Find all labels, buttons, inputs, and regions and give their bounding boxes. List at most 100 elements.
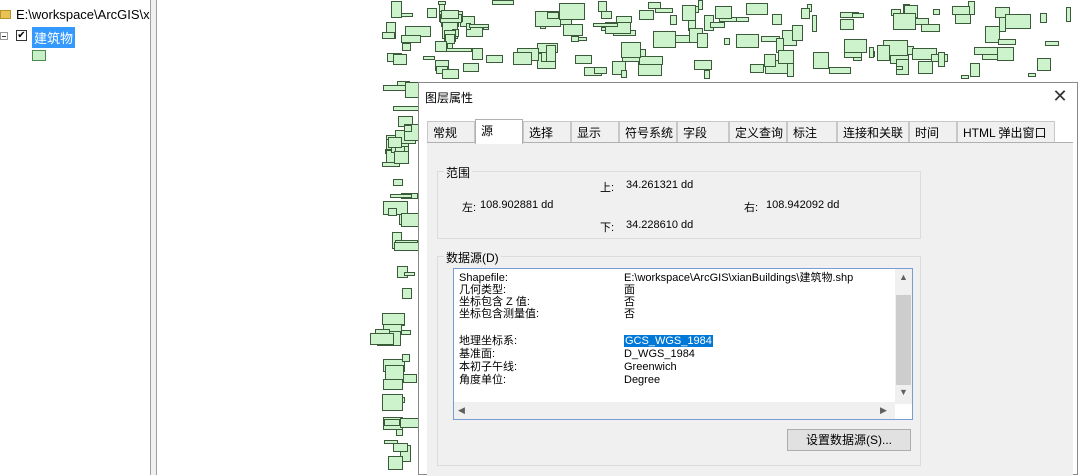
close-icon[interactable]: ✕ [1049,85,1071,107]
tab-strip: 常规 源 选择 显示 符号系统 字段 定义查询 标注 连接和关联 时间 HTML… [427,119,1073,144]
building-polygon [639,56,663,65]
extent-group-title: 范围 [444,164,473,181]
building-polygon [546,45,556,62]
ds-label-geometry: 几何类型: [459,284,507,296]
building-polygon [394,242,419,251]
building-polygon [393,54,407,65]
horizontal-scrollbar[interactable]: ◀ ▶ [454,402,895,419]
tab-fields[interactable]: 字段 [677,121,729,143]
building-polygon [393,443,408,452]
tab-labels[interactable]: 标注 [787,121,837,143]
layer-name-selected[interactable]: 建筑物 [32,27,76,48]
building-polygon [746,3,768,15]
building-polygon [402,354,410,362]
ds-value-shapefile: E:\workspace\ArcGIS\xianBuildings\建筑物.sh… [624,272,854,284]
extent-left-value: 108.902881 dd [480,199,554,211]
building-polygon [391,1,402,18]
building-polygon [571,36,579,42]
layer-visibility-checkbox[interactable]: ✔ [16,30,27,41]
extent-left-label: 左: [462,202,477,214]
ds-label-datum: 基准面: [459,348,496,360]
scroll-right-icon[interactable]: ▶ [880,405,887,416]
tab-display[interactable]: 显示 [571,121,619,143]
building-polygon [778,50,794,64]
building-polygon [974,47,999,55]
ds-value-gcs: GCS_WGS_1984 [624,335,713,347]
building-polygon [682,5,696,21]
layer-properties-dialog: 图层属性 ✕ 常规 源 选择 显示 符号系统 字段 定义查询 标注 连接和关联 … [418,82,1078,476]
extent-bottom-value: 34.228610 dd [626,219,694,231]
building-polygon [393,106,419,111]
table-of-contents: E:\workspace\ArcGIS\x ✔ 建筑物 [0,0,150,475]
source-tab-panel: 范围 上: 34.261321 dd 左: 108.902881 dd 右: 1… [427,142,1073,476]
building-polygon [1066,7,1071,22]
building-polygon [401,35,421,43]
workspace-path[interactable]: E:\workspace\ArcGIS\x [16,7,150,22]
building-polygon [621,42,641,58]
building-polygon [812,15,817,32]
building-polygon [736,34,759,48]
building-polygon [698,0,703,10]
building-polygon [787,63,794,77]
ds-label-gcs: 地理坐标系: [459,335,518,347]
building-polygon [427,8,437,18]
building-polygon [813,52,829,69]
extent-top-label: 上: [600,182,615,194]
tab-time[interactable]: 时间 [909,121,957,143]
building-polygon [772,14,782,25]
building-polygon [710,22,725,28]
ds-label-angular-unit: 角度单位: [459,374,507,386]
building-polygon [801,8,810,19]
collapse-icon[interactable] [0,32,8,40]
building-polygon [370,333,394,345]
building-polygon [852,13,864,18]
ds-value-datum: D_WGS_1984 [624,348,695,360]
scroll-thumb[interactable] [896,295,911,385]
building-polygon [970,63,980,77]
tab-selection[interactable]: 选择 [523,121,571,143]
tab-symbology[interactable]: 符号系统 [619,121,677,143]
tab-source[interactable]: 源 [475,119,523,144]
building-polygon [463,63,479,72]
ds-value-geometry: 面 [624,284,635,296]
building-polygon [384,419,400,426]
scroll-down-icon[interactable]: ▼ [899,387,908,397]
datasource-textbox[interactable]: Shapefile: E:\workspace\ArcGIS\xianBuild… [453,268,913,420]
vertical-scrollbar[interactable]: ▲ ▼ [895,269,912,404]
building-polygon [575,55,592,64]
building-polygon [559,3,585,20]
building-polygon [390,194,412,198]
building-polygon [1028,73,1036,77]
building-polygon [921,24,940,32]
building-polygon [1037,58,1051,71]
building-polygon [694,60,712,70]
building-polygon [382,32,395,39]
building-polygon [792,25,803,41]
set-datasource-button[interactable]: 设置数据源(S)... [787,429,911,451]
tab-html-popup[interactable]: HTML 弹出窗口 [957,121,1055,143]
tab-joins-relates[interactable]: 连接和关联 [837,121,909,143]
building-polygon [697,33,708,48]
scroll-up-icon[interactable]: ▲ [899,272,908,282]
building-polygon [715,6,732,19]
building-polygon [402,43,411,51]
building-polygon [547,12,559,19]
building-polygon [877,45,890,61]
building-polygon [394,151,409,164]
building-polygon [469,24,489,28]
building-polygon [840,19,854,30]
building-polygon [513,52,532,65]
polygon-symbol-swatch[interactable] [32,50,46,61]
ds-value-angular-unit: Degree [624,374,661,386]
scroll-left-icon[interactable]: ◀ [458,405,465,416]
building-polygon [384,440,398,444]
tab-general[interactable]: 常规 [427,121,475,143]
building-polygon [404,272,415,276]
building-polygon [893,13,916,30]
building-polygon [1045,41,1059,46]
building-polygon [404,125,412,132]
tab-definition-query[interactable]: 定义查询 [729,121,787,143]
building-polygon [383,379,403,390]
building-polygon [492,0,514,5]
building-polygon [829,67,851,74]
